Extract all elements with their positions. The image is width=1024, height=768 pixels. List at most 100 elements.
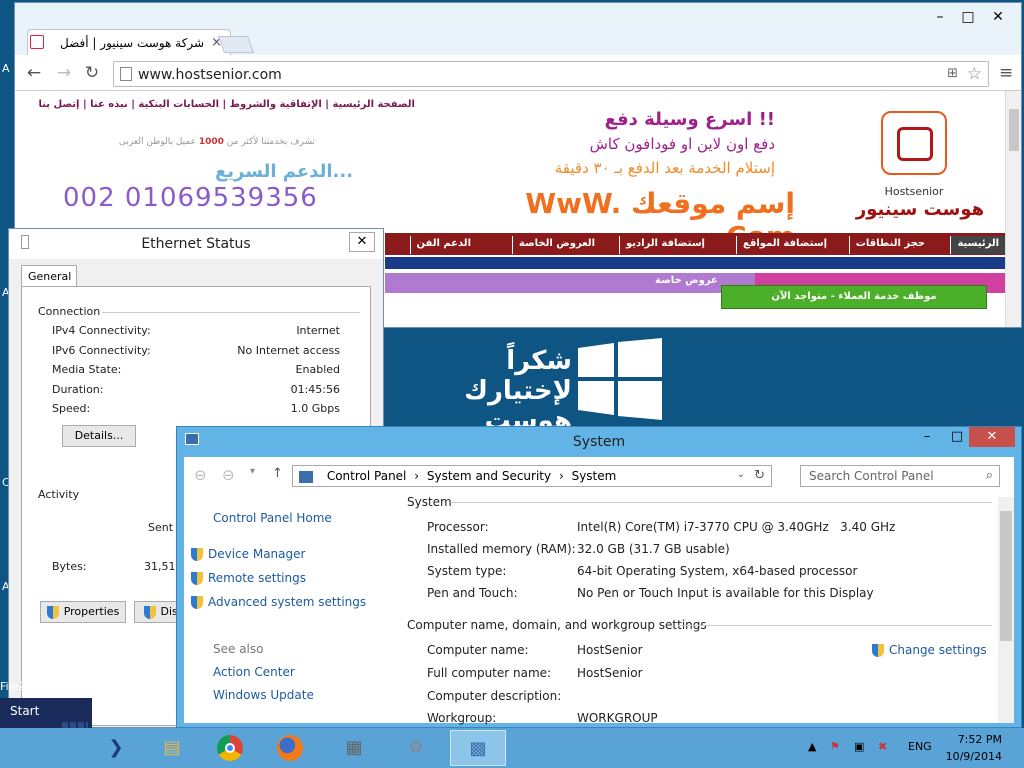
tab-general[interactable]: General — [21, 265, 77, 287]
close-button[interactable]: ✕ — [349, 232, 375, 252]
ad-line: اسرع وسيلة دفع !! — [604, 109, 775, 130]
action-center-flag-icon[interactable]: ⚑ — [830, 740, 840, 753]
computer-name-label: Computer name: — [427, 643, 529, 657]
menu-icon[interactable]: ≡ — [999, 63, 1013, 83]
hostsenior-logo-icon[interactable] — [881, 111, 947, 175]
site-menu-item[interactable]: الرئيسية — [950, 236, 1005, 254]
uac-shield-icon — [46, 605, 59, 619]
logo-text: Hostsenior — [884, 185, 944, 198]
close-button[interactable]: ✕ — [969, 427, 1015, 447]
site-menu-item[interactable]: حجز النطاقات — [848, 236, 931, 254]
search-icon[interactable]: ⌕ — [986, 468, 993, 483]
full-computer-name-label: Full computer name: — [427, 666, 552, 680]
processor-label: Processor: — [427, 520, 489, 534]
language-indicator[interactable]: ENG — [908, 740, 932, 753]
special-offer-label[interactable]: عروض خاصة — [655, 275, 718, 286]
search-placeholder: Search Control Panel — [809, 469, 934, 483]
content-scrollbar[interactable] — [998, 497, 1014, 723]
site-menu-item[interactable]: الدعم الفن — [409, 236, 478, 254]
site-menu-item[interactable]: العروض الخاصة — [511, 236, 601, 254]
system-titlebar[interactable]: System – □ ✕ — [177, 427, 1021, 457]
site-menu-item[interactable]: إستضافة الراديو — [618, 236, 711, 254]
translate-icon[interactable]: ⊞ — [947, 66, 958, 81]
breadcrumb-item[interactable]: Control Panel — [327, 469, 407, 483]
show-hidden-icons-icon[interactable]: ▲ — [808, 740, 816, 753]
windows-update-link[interactable]: Windows Update — [213, 688, 314, 702]
full-computer-name-value: HostSenior — [577, 666, 643, 680]
see-also-heading: See also — [213, 642, 264, 656]
browser-tab[interactable]: شركة هوست سينيور | أفضل × — [27, 29, 231, 55]
minimize-button[interactable]: – — [927, 7, 953, 27]
advanced-system-settings-link[interactable]: Advanced system settings — [191, 595, 366, 609]
link-label: Device Manager — [208, 547, 306, 561]
breadcrumb-separator-icon[interactable]: › — [414, 469, 419, 483]
ipv4-label: IPv4 Connectivity: — [52, 324, 151, 337]
ethernet-titlebar[interactable]: Ethernet Status ✕ — [9, 229, 383, 259]
file-explorer-icon[interactable]: ▤ — [144, 730, 200, 766]
uac-shield-icon — [191, 596, 203, 609]
system-window: System – □ ✕ ⊖ ⊖ ▾ ↑ Control Panel › Sys… — [176, 426, 1022, 728]
minimize-button[interactable]: – — [913, 427, 941, 447]
speaker-muted-icon[interactable]: ✖ — [878, 740, 887, 753]
clock[interactable]: 7:52 PM 10/9/2014 — [946, 731, 1002, 765]
close-button[interactable]: ✕ — [985, 7, 1011, 27]
workgroup-value: WORKGROUP — [577, 711, 658, 725]
filezilla-tile-label[interactable]: FileZilla Client — [0, 680, 77, 693]
network-status-icon[interactable]: ▣ — [854, 740, 864, 753]
change-settings-link[interactable]: Change settings — [872, 643, 987, 657]
powershell-icon[interactable]: ❯ — [88, 730, 144, 766]
subtitle-prefix: تشرف بخدمتنا لأكثر من — [226, 137, 315, 147]
scroll-thumb[interactable] — [1000, 511, 1012, 641]
address-bar[interactable]: Control Panel › System and Security › Sy… — [292, 465, 772, 487]
refresh-icon[interactable]: ↻ — [754, 468, 765, 483]
recent-pages-icon[interactable]: ▾ — [250, 466, 255, 477]
divider — [102, 312, 360, 313]
performance-monitor-icon[interactable]: ▦ — [326, 730, 382, 766]
ipv6-value: No Internet access — [237, 344, 340, 357]
desktop-icon-label[interactable]: A — [2, 62, 10, 75]
up-arrow-icon[interactable]: ↑ — [272, 466, 283, 481]
site-menu-item[interactable]: إستضافة المواقع — [735, 236, 833, 254]
media-state-label: Media State: — [52, 363, 122, 376]
breadcrumb-separator-icon[interactable]: › — [559, 469, 564, 483]
back-arrow-icon[interactable]: ← — [23, 63, 45, 83]
control-panel-home-link[interactable]: Control Panel Home — [213, 511, 332, 525]
ipv6-label: IPv6 Connectivity: — [52, 344, 151, 357]
uac-shield-icon — [143, 605, 156, 619]
control-panel-taskbar-icon[interactable]: ▩ — [450, 730, 506, 766]
address-bar[interactable]: www.hostsenior.com ⊞ ☆ — [113, 61, 989, 87]
memory-value: 32.0 GB (31.7 GB usable) — [577, 542, 730, 556]
chrome-icon[interactable] — [202, 730, 258, 766]
maximize-button[interactable]: □ — [943, 427, 971, 447]
bookmark-star-icon[interactable]: ☆ — [967, 64, 982, 84]
speed-label: Speed: — [52, 402, 91, 415]
live-agent-button[interactable]: موظف خدمة العملاء - متواجد الآن — [721, 285, 987, 309]
firefox-icon[interactable] — [262, 730, 318, 766]
properties-button[interactable]: Properties — [40, 601, 126, 623]
back-arrow-icon[interactable]: ⊖ — [194, 466, 207, 484]
uac-shield-icon — [191, 548, 203, 561]
task-scheduler-icon[interactable]: ⚙ — [388, 730, 444, 766]
reload-icon[interactable]: ↻ — [81, 63, 103, 83]
properties-label: Properties — [63, 605, 120, 618]
maximize-button[interactable]: □ — [955, 7, 981, 27]
forward-arrow-icon[interactable]: → — [53, 63, 75, 83]
device-manager-link[interactable]: Device Manager — [191, 547, 305, 561]
sent-label: Sent — [148, 521, 174, 534]
system-section-heading: System — [407, 495, 452, 509]
chevron-down-icon[interactable]: ⌄ — [737, 469, 745, 480]
site-favicon-icon — [30, 35, 44, 49]
forward-arrow-icon[interactable]: ⊖ — [222, 466, 235, 484]
details-button[interactable]: Details... — [62, 425, 136, 447]
site-nav-links[interactable]: الصفحة الرئيسية | الإتفاقية والشروط | ال… — [15, 99, 415, 110]
action-center-link[interactable]: Action Center — [213, 665, 295, 679]
new-tab-button[interactable] — [217, 36, 255, 53]
remote-settings-link[interactable]: Remote settings — [191, 571, 306, 585]
breadcrumb-item[interactable]: System — [572, 469, 617, 483]
browser-titlebar[interactable]: شركة هوست سينيور | أفضل × – □ ✕ — [15, 3, 1021, 55]
scroll-thumb[interactable] — [1009, 109, 1019, 151]
breadcrumb-item[interactable]: System and Security — [427, 469, 551, 483]
page-scrollbar[interactable] — [1005, 91, 1021, 327]
search-input[interactable]: Search Control Panel ⌕ — [800, 465, 1000, 487]
subtitle-count: 1000 — [198, 137, 224, 147]
